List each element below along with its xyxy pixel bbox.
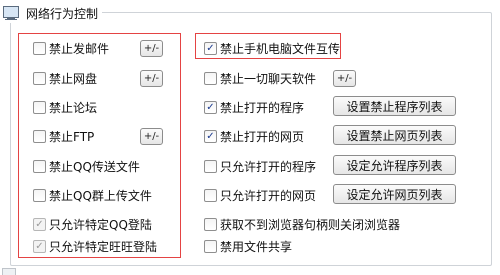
option-label: 只允许打开的网页: [220, 188, 317, 203]
checkbox-checked[interactable]: ✓: [33, 217, 46, 231]
netdisk-plus-minus-button[interactable]: +/-: [140, 70, 163, 87]
option-block-phone-pc-transfer[interactable]: ✓ 禁止手机电脑文件互传: [204, 40, 340, 56]
option-label: 禁止发邮件: [49, 41, 110, 56]
option-allow-programs-only[interactable]: 只允许打开的程序: [204, 158, 316, 174]
option-label: 禁止手机电脑文件互传: [220, 41, 341, 56]
option-label: 禁止QQ传送文件: [49, 159, 140, 174]
option-disable-file-sharing[interactable]: 禁用文件共享: [204, 238, 292, 254]
option-label: 只允许特定旺旺登陆: [49, 239, 158, 254]
option-block-all-chat[interactable]: 禁止一切聊天软件: [204, 70, 316, 86]
checkbox-checked[interactable]: ✓: [33, 239, 46, 253]
email-plus-minus-button[interactable]: +/-: [140, 40, 163, 57]
option-block-forum[interactable]: 禁止论坛: [33, 99, 97, 115]
checkbox[interactable]: [204, 188, 217, 202]
checkbox[interactable]: [33, 159, 46, 173]
checkbox[interactable]: [33, 129, 46, 143]
option-label: 禁止打开的网页: [220, 129, 305, 144]
option-close-browser-no-handle[interactable]: 获取不到浏览器句柄则关闭浏览器: [204, 216, 400, 232]
set-block-web-list-button[interactable]: 设置禁止网页列表: [333, 125, 456, 145]
checkbox[interactable]: [33, 71, 46, 85]
checkbox[interactable]: [204, 217, 217, 231]
set-block-program-list-button[interactable]: 设置禁止程序列表: [333, 96, 456, 116]
option-label: 禁止一切聊天软件: [220, 71, 317, 86]
set-allow-program-list-button[interactable]: 设定允许程序列表: [333, 155, 456, 175]
option-block-ftp[interactable]: 禁止FTP: [33, 128, 94, 144]
chat-plus-minus-button[interactable]: +/-: [333, 70, 356, 87]
checkbox-checked[interactable]: ✓: [204, 100, 217, 114]
option-label: 禁止QQ群上传文件: [49, 188, 152, 203]
option-label: 只允许打开的程序: [220, 159, 317, 174]
option-block-webpages[interactable]: ✓ 禁止打开的网页: [204, 128, 304, 144]
option-block-qq-group-upload[interactable]: 禁止QQ群上传文件: [33, 187, 152, 203]
checkbox[interactable]: [204, 239, 217, 253]
checkbox[interactable]: [204, 71, 217, 85]
checkbox[interactable]: [33, 100, 46, 114]
checkbox-checked[interactable]: ✓: [204, 129, 217, 143]
option-label: 禁止打开的程序: [220, 100, 305, 115]
option-label: 禁止网盘: [49, 71, 98, 86]
option-label: 获取不到浏览器句柄则关闭浏览器: [220, 217, 401, 232]
option-only-specific-wangwang[interactable]: ✓ 只允许特定旺旺登陆: [33, 238, 157, 254]
option-block-programs[interactable]: ✓ 禁止打开的程序: [204, 99, 304, 115]
option-only-specific-qq[interactable]: ✓ 只允许特定QQ登陆: [33, 216, 152, 232]
option-label: 只允许特定QQ登陆: [49, 217, 152, 232]
option-label: 禁用文件共享: [220, 239, 293, 254]
option-label: 禁止FTP: [49, 129, 95, 144]
checkbox-checked[interactable]: ✓: [204, 41, 217, 55]
option-allow-webpages-only[interactable]: 只允许打开的网页: [204, 187, 316, 203]
option-block-netdisk[interactable]: 禁止网盘: [33, 70, 97, 86]
monitor-icon: [2, 5, 20, 21]
checkbox[interactable]: [33, 188, 46, 202]
section-title: 网络行为控制: [26, 6, 99, 21]
checkbox[interactable]: [33, 41, 46, 55]
option-block-email[interactable]: 禁止发邮件: [33, 40, 109, 56]
groupbox-title: 网络行为控制: [2, 3, 103, 23]
ftp-plus-minus-button[interactable]: +/-: [140, 128, 163, 145]
checkbox[interactable]: [204, 159, 217, 173]
set-allow-web-list-button[interactable]: 设定允许网页列表: [333, 184, 456, 204]
option-label: 禁止论坛: [49, 100, 98, 115]
option-block-qq-file[interactable]: 禁止QQ传送文件: [33, 158, 140, 174]
